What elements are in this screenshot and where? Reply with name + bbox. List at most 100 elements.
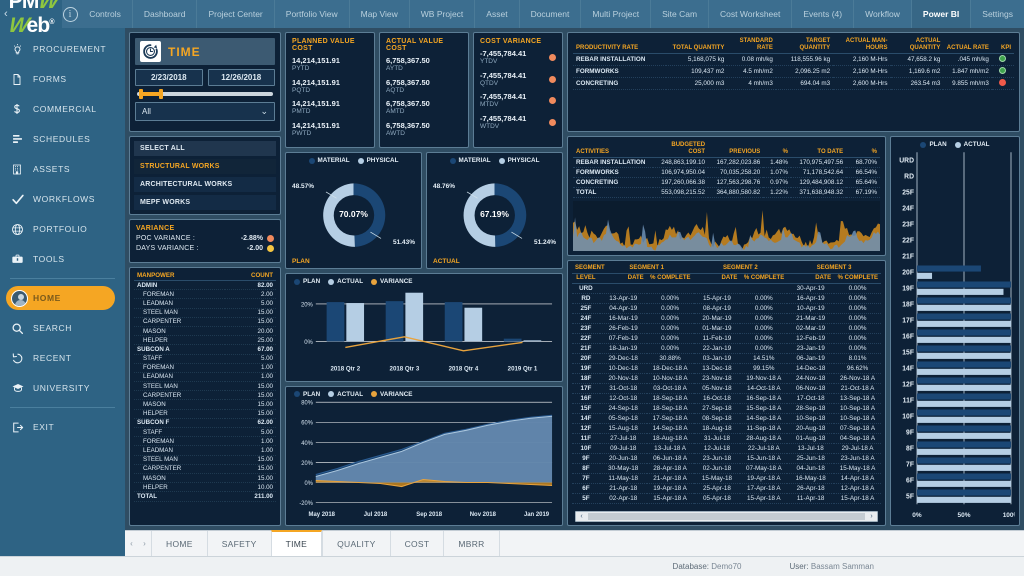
col-kpi[interactable]: KPI <box>991 37 1014 54</box>
col-to-date[interactable]: TO DATE <box>790 141 847 158</box>
table-row: MASON 15.00 <box>134 399 276 410</box>
sidebar-item-home[interactable]: HOME <box>0 283 125 313</box>
sidebar-item-commercial[interactable]: COMMERCIAL <box>0 94 125 124</box>
col-s3-pct[interactable]: % COMPLETE <box>834 273 881 284</box>
work-filter-select-all[interactable]: SELECT ALL <box>134 141 276 156</box>
table-row: 20F 29-Dec-18 30.88% 03-Jan-19 14.51% 06-Jan-… <box>572 353 881 364</box>
left-column: TIME 2/23/2018 12/26/2018 All ⌄ SELECT A… <box>129 32 281 526</box>
sidebar-item-university[interactable]: UNIVERSITY <box>0 373 125 403</box>
manpower-count: 10.00 <box>225 482 276 493</box>
tab-cost[interactable]: COST <box>389 531 444 556</box>
col-productivity-rate[interactable]: PRODUCTIVITY RATE <box>573 37 666 54</box>
col-target-quantity[interactable]: TARGET QUANTITY <box>775 37 834 54</box>
user-status: User: Bassam Samman <box>789 562 875 571</box>
sidebar-item-search[interactable]: SEARCH <box>0 313 125 343</box>
sidebar-item-forms[interactable]: FORMS <box>0 64 125 94</box>
s1-date: 31-Oct-18 <box>599 383 647 394</box>
nav-item-multi-project[interactable]: Multi Project <box>580 0 650 28</box>
nav-item-document[interactable]: Document <box>518 0 581 28</box>
nav-item-dashboard[interactable]: Dashboard <box>131 0 197 28</box>
sidebar-item-recent[interactable]: RECENT <box>0 343 125 373</box>
col-s2-pct[interactable]: % COMPLETE <box>740 273 788 284</box>
manpower-histogram-chart[interactable] <box>573 200 880 251</box>
scurve-progress-chart[interactable]: -20% 0% 20% 40% 60% 80% May 2018 Jul 2018 Sep 20… <box>290 398 558 521</box>
col-budgeted-cost[interactable]: BUDGETED COST <box>652 141 709 158</box>
manpower-label: STEEL MAN <box>134 455 226 465</box>
history-icon <box>11 352 33 365</box>
tab-quality[interactable]: QUALITY <box>322 531 389 556</box>
manpower-count: 67.00 <box>225 344 276 355</box>
slider-handle-left[interactable] <box>139 89 143 99</box>
sidebar-item-exit[interactable]: EXIT <box>0 412 125 442</box>
sidebar-item-tools[interactable]: TOOLS <box>0 244 125 274</box>
nav-item-events-4[interactable]: Events (4) <box>791 0 853 28</box>
date-from-input[interactable]: 2/23/2018 <box>135 69 203 86</box>
work-filter-structural-works[interactable]: STRUCTURAL WORKS <box>134 159 276 174</box>
tab-scroll-controls[interactable]: ‹ › <box>125 531 151 556</box>
tab-home[interactable]: HOME <box>151 531 207 556</box>
info-button[interactable]: i <box>62 0 78 28</box>
nav-item-power-bi[interactable]: Power BI <box>910 0 971 28</box>
col-activities[interactable]: ACTIVITIES <box>573 141 653 158</box>
tab-safety[interactable]: SAFETY <box>206 531 271 556</box>
kpi-value: 6,758,367.50 <box>386 56 430 65</box>
segment-horizontal-scrollbar[interactable]: ‹ › <box>575 511 878 522</box>
col-level[interactable]: LEVEL <box>572 273 600 284</box>
nav-item-settings[interactable]: Settings <box>970 0 1024 28</box>
col-pct-to-date[interactable]: % <box>846 141 880 158</box>
scrollbar-thumb[interactable] <box>588 513 865 520</box>
tab-mbrr[interactable]: MBRR <box>443 531 498 556</box>
sidebar-item-portfolio[interactable]: PORTFOLIO <box>0 214 125 244</box>
col-s1-pct[interactable]: % COMPLETE <box>646 273 694 284</box>
nav-item-portfolio-view[interactable]: Portfolio View <box>273 0 349 28</box>
quarterly-progress-chart[interactable]: 0% 20% 2018 Qtr 2 2018 Qtr 3 2018 Qtr 4 2019 … <box>290 285 558 376</box>
nav-item-wb-project[interactable]: WB Project <box>408 0 475 28</box>
sidebar-item-workflows[interactable]: WORKFLOWS <box>0 184 125 214</box>
chevron-right-icon[interactable]: › <box>866 513 877 520</box>
s1-pct: 10-Nov-18 A <box>646 373 694 384</box>
sidebar-item-assets[interactable]: ASSETS <box>0 154 125 184</box>
col-s2-date[interactable]: DATE <box>693 273 741 284</box>
manpower-col-name[interactable]: MANPOWER <box>134 271 226 281</box>
work-filter-mepf-works[interactable]: MEPF WORKS <box>134 195 276 210</box>
chevron-left-icon[interactable]: ‹ <box>576 513 587 520</box>
app-logo[interactable]: ‹ PMWWeb® <box>0 0 62 37</box>
work-filter-architectural-works[interactable]: ARCHITECTURAL WORKS <box>134 177 276 192</box>
slider-track[interactable] <box>137 89 273 99</box>
svg-text:May 2018: May 2018 <box>309 511 336 518</box>
plan-donut-chart[interactable]: 70.07% 48.57% 51.43% <box>290 164 417 264</box>
nav-item-cost-worksheet[interactable]: Cost Worksheet <box>708 0 791 28</box>
svg-text:6F: 6F <box>906 478 914 485</box>
col-actual-quantity[interactable]: ACTUAL QUANTITY <box>890 37 944 54</box>
tab-time[interactable]: TIME <box>270 530 323 556</box>
sidebar-item-procurement[interactable]: PROCUREMENT <box>0 34 125 64</box>
actual-donut-chart[interactable]: 67.19% 48.76% 51.24% <box>431 164 558 264</box>
date-to-input[interactable]: 12/26/2018 <box>207 69 275 86</box>
col-actual-man-hours[interactable]: ACTUAL MAN-HOURS <box>833 37 891 54</box>
nav-item-map-view[interactable]: Map View <box>348 0 409 28</box>
exit-icon <box>11 421 33 434</box>
col-standard-rate[interactable]: STANDARD RATE <box>727 37 776 54</box>
nav-item-asset[interactable]: Asset <box>474 0 518 28</box>
nav-item-controls[interactable]: Controls <box>78 0 132 28</box>
nav-item-site-cam[interactable]: Site Cam <box>650 0 708 28</box>
time-scope-dropdown[interactable]: All ⌄ <box>135 102 275 121</box>
col-s1-date[interactable]: DATE <box>599 273 647 284</box>
col-actual-rate[interactable]: ACTUAL RATE <box>943 37 992 54</box>
collapse-sidebar-icon[interactable]: ‹ <box>4 8 8 20</box>
col-total-quantity[interactable]: TOTAL QUANTITY <box>665 37 728 54</box>
chevron-right-icon[interactable]: › <box>143 539 146 548</box>
nav-item-workflow[interactable]: Workflow <box>853 0 911 28</box>
sidebar-item-schedules[interactable]: SCHEDULES <box>0 124 125 154</box>
segment-level: 20F <box>572 353 600 364</box>
col-pct-previous[interactable]: % <box>763 141 791 158</box>
col-s3-date[interactable]: DATE <box>787 273 835 284</box>
nav-item-project-center[interactable]: Project Center <box>196 0 273 28</box>
slider-handle-right[interactable] <box>159 89 163 99</box>
date-range-slider[interactable] <box>135 89 275 99</box>
level-completion-chart[interactable]: 0% 50% 100% URD RD 25F 24F 23F 22F 21F 20F 19F 18F 17… <box>895 148 1015 521</box>
manpower-col-count[interactable]: COUNT <box>225 271 276 281</box>
kpi-cell <box>991 53 1014 66</box>
chevron-left-icon[interactable]: ‹ <box>130 539 133 548</box>
col-previous[interactable]: PREVIOUS <box>708 141 764 158</box>
